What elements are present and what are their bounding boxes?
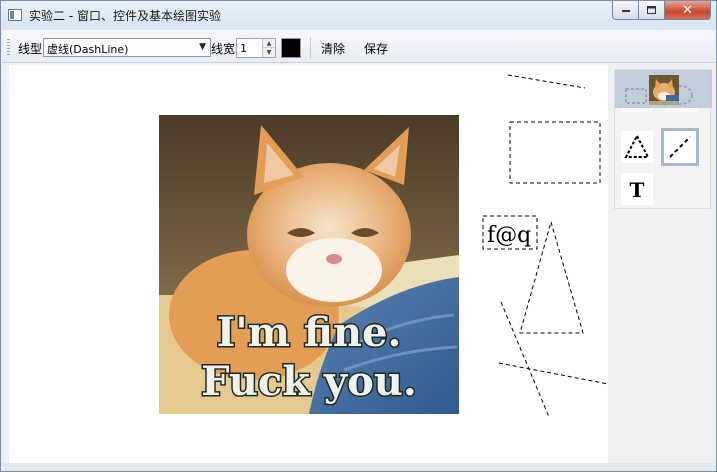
app-icon [8, 9, 22, 21]
minimize-button[interactable] [612, 1, 639, 20]
canvas-drawing-layer: I'm fine. Fuck you. f@q [159, 74, 608, 418]
svg-text:T: T [630, 178, 645, 202]
spin-buttons: ▲ ▼ [262, 39, 275, 57]
image-tool-button[interactable] [649, 75, 679, 105]
line-style-label: 线型 [18, 42, 43, 56]
toolbar: 线型 虚线(DashLine) ▼ 线宽 1 ▲ ▼ 清除 保存 [2, 30, 715, 63]
cat-image-icon [649, 75, 679, 105]
save-button[interactable]: 保存 [364, 40, 388, 57]
toolbar-grip-handle[interactable] [7, 39, 10, 55]
maximize-icon [647, 6, 656, 14]
canvas-text-item[interactable]: f@q [487, 223, 531, 248]
line-width-spinbox[interactable]: 1 ▲ ▼ [236, 38, 276, 58]
drawing-canvas[interactable]: I'm fine. Fuck you. f@q [9, 65, 608, 463]
spin-up-icon[interactable]: ▲ [263, 39, 275, 48]
window-title: 实验二 - 窗口、控件及基本绘图实验 [29, 9, 221, 23]
dashed-line-shape[interactable] [507, 74, 586, 89]
tool-palette: T [614, 69, 712, 209]
line-style-value: 虚线(DashLine) [47, 43, 129, 56]
chevron-down-icon: ▼ [199, 42, 206, 52]
dashed-line-shape[interactable] [498, 362, 608, 385]
line-style-dropdown[interactable]: 虚线(DashLine) ▼ [43, 38, 211, 57]
clear-button[interactable]: 清除 [321, 40, 345, 57]
cat-meme-image[interactable]: I'm fine. Fuck you. [159, 115, 459, 414]
minimize-icon [621, 10, 630, 12]
spin-down-icon[interactable]: ▼ [263, 48, 275, 57]
toolbar-separator [310, 37, 311, 59]
text-icon: T [630, 178, 645, 202]
triangle-tool-button[interactable] [621, 131, 653, 163]
line-width-value: 1 [240, 42, 247, 55]
main-window: 实验二 - 窗口、控件及基本绘图实验 ✕ 线型 虚线(DashLine) ▼ 线… [0, 0, 717, 472]
maximize-button[interactable] [639, 1, 665, 20]
text-tool-button[interactable]: T [621, 173, 653, 205]
meme-caption-line1: I'm fine. [217, 309, 402, 356]
title-bar[interactable]: 实验二 - 窗口、控件及基本绘图实验 ✕ [1, 1, 716, 30]
dashed-rectangle-shape[interactable] [509, 121, 601, 184]
line-tool-button[interactable] [661, 128, 699, 166]
triangle-icon [624, 133, 650, 158]
close-button[interactable]: ✕ [665, 1, 711, 20]
tool-palette-dock: T [609, 65, 716, 463]
line-icon [669, 136, 691, 158]
status-bar [1, 463, 716, 471]
close-icon: ✕ [682, 2, 693, 18]
dashed-line-shape[interactable] [500, 301, 550, 418]
line-width-label: 线宽 [211, 42, 236, 56]
pen-color-button[interactable] [281, 38, 301, 58]
meme-caption-line2: Fuck you. [201, 358, 417, 405]
window-controls: ✕ [612, 1, 711, 20]
